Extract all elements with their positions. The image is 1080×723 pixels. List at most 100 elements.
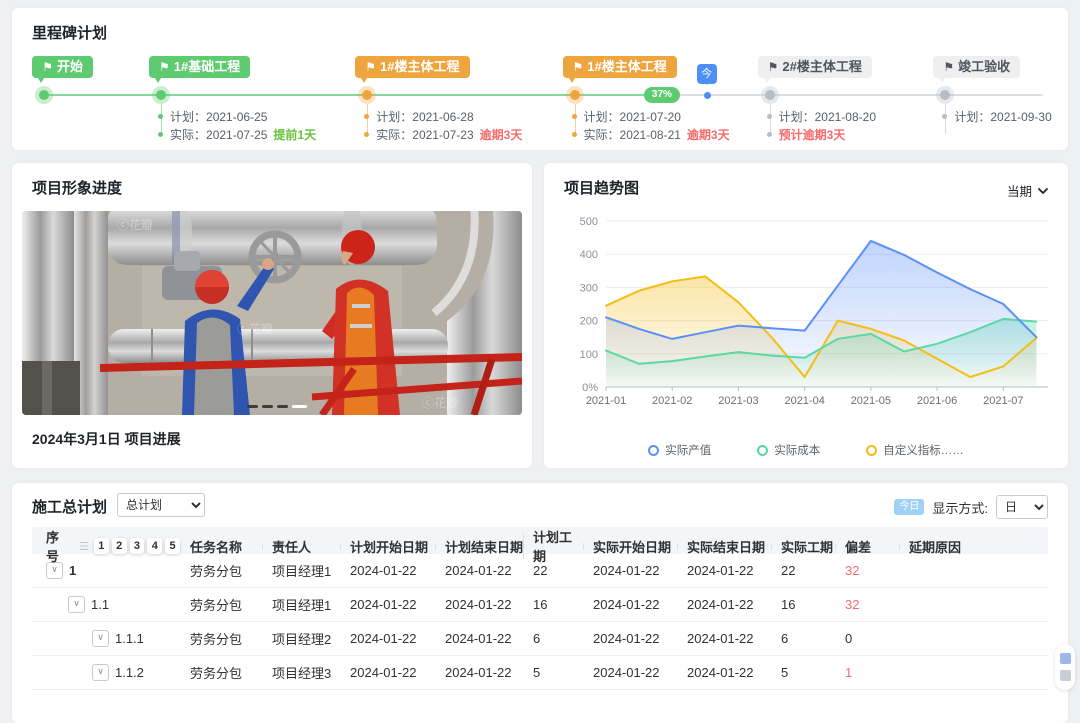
legend-item[interactable]: 实际产值 [648, 442, 711, 458]
svg-text:2021-05: 2021-05 [851, 395, 891, 407]
period-selector[interactable]: 当期 [1007, 181, 1048, 200]
column-header-label: 偏差 [845, 537, 871, 556]
column-header: 偏差 [835, 537, 899, 556]
milestone-date-line: 预计逾期3天 [767, 125, 876, 143]
assistant-icon[interactable] [1060, 653, 1071, 664]
actual-start-cell: 2024-01-22 [583, 631, 677, 646]
plan-start-cell: 2024-01-22 [340, 563, 435, 578]
table-toolbar: 施工总计划 总计划 今日 显示方式: 日 [12, 483, 1068, 525]
level-button[interactable]: 2 [112, 538, 127, 554]
project-trend-card: 项目趋势图 当期 0%1002003004005002021-012021-02… [544, 163, 1068, 468]
milestone-dot[interactable] [358, 86, 376, 104]
column-header: 计划工期 [523, 527, 583, 565]
table-row[interactable]: ∨1.1劳务分包项目经理12024-01-222024-01-22162024-… [32, 588, 1048, 622]
project-trend-title: 项目趋势图 [564, 177, 639, 198]
column-header-label: 实际工期 [781, 537, 833, 556]
row-expand-icon[interactable]: ∨ [68, 596, 85, 613]
today-badge: 今日 [894, 499, 924, 515]
date-text: 实际：2021-07-25 [170, 126, 267, 143]
milestone-label: 1#楼主体工程 [587, 59, 666, 74]
floating-toolbar[interactable] [1055, 644, 1075, 690]
flag-icon: ⚑ [573, 60, 584, 74]
milestone-date-line: 计划：2021-07-20 [572, 107, 730, 125]
task-name-cell: 劳务分包 [180, 663, 262, 682]
flag-icon: ⚑ [365, 60, 376, 74]
status-badge: 预计逾期3天 [779, 126, 846, 143]
milestone-flag-badge[interactable]: ⚑竣工验收 [933, 56, 1020, 78]
milestone-dot[interactable] [152, 86, 170, 104]
table-row[interactable]: ∨1.1.2劳务分包项目经理32024-01-222024-01-2252024… [32, 656, 1048, 690]
milestone-dot[interactable] [35, 86, 53, 104]
date-text: 实际：2021-07-23 [376, 126, 473, 143]
level-button[interactable]: 3 [130, 538, 145, 554]
milestone-flag-badge[interactable]: ⚑1#楼主体工程 [355, 56, 469, 78]
column-header: 序号☰12345 [32, 527, 180, 565]
actual-days-cell: 22 [771, 563, 835, 578]
milestone-date-line: 计划：2021-06-25 [158, 107, 316, 125]
plan-end-cell: 2024-01-22 [435, 631, 523, 646]
column-header-label: 责任人 [272, 537, 311, 556]
date-text: 计划：2021-08-20 [779, 108, 876, 125]
column-header: 实际开始日期 [583, 537, 677, 556]
actual-end-cell: 2024-01-22 [677, 563, 771, 578]
milestone-flag-badge[interactable]: ⚑1#基础工程 [149, 56, 250, 78]
milestone-date-line: 计划：2021-06-28 [364, 107, 522, 125]
level-button[interactable]: 5 [165, 538, 180, 554]
column-header-label: 实际开始日期 [593, 537, 671, 556]
column-header-label: 计划开始日期 [350, 537, 428, 556]
display-mode-select[interactable]: 日 [996, 495, 1048, 519]
actual-start-cell: 2024-01-22 [583, 563, 677, 578]
legend-item[interactable]: 实际成本 [757, 442, 820, 458]
column-header-label: 延期原因 [909, 537, 961, 556]
milestone-flag-badge[interactable]: ⚑1#楼主体工程 [563, 56, 677, 78]
today-marker-dot [704, 92, 711, 99]
plan-type-select[interactable]: 总计划 [117, 493, 205, 517]
plan-end-cell: 2024-01-22 [435, 665, 523, 680]
deviation-cell: 0 [835, 631, 899, 646]
flag-icon: ⚑ [159, 60, 170, 74]
row-expand-icon[interactable]: ∨ [92, 630, 109, 647]
legend-label: 实际成本 [774, 442, 820, 458]
milestone-plan-card: 里程碑计划 ⚑开始⚑1#基础工程计划：2021-06-25实际：2021-07-… [12, 8, 1068, 150]
milestone-dates: 计划：2021-06-28实际：2021-07-23逾期3天 [364, 107, 522, 143]
owner-cell: 项目经理1 [262, 595, 340, 614]
milestone-flag-badge[interactable]: ⚑开始 [32, 56, 93, 78]
column-header-label: 实际结束日期 [687, 537, 765, 556]
milestone-dot[interactable] [761, 86, 779, 104]
milestone-dot[interactable] [566, 86, 584, 104]
table-header-row: 序号☰12345任务名称责任人计划开始日期计划结束日期计划工期实际开始日期实际结… [32, 527, 1048, 554]
flag-icon: ⚑ [768, 60, 779, 74]
bullet-dot [158, 114, 163, 119]
milestone-date-line: 实际：2021-08-21逾期3天 [572, 125, 730, 143]
plan-days-cell: 5 [523, 665, 583, 680]
back-to-top-icon[interactable] [1060, 670, 1071, 681]
svg-text:0%: 0% [582, 382, 598, 394]
plan-days-cell: 16 [523, 597, 583, 612]
date-text: 计划：2021-09-30 [954, 108, 1051, 125]
construction-plan-title: 施工总计划 [32, 496, 107, 517]
watermark-text: ⓒ花瓣 [117, 217, 153, 232]
column-header: 任务名称 [180, 537, 262, 556]
column-header-label: 任务名称 [190, 537, 242, 556]
plan-days-cell: 6 [523, 631, 583, 646]
row-expand-icon[interactable]: ∨ [92, 664, 109, 681]
owner-cell: 项目经理3 [262, 663, 340, 682]
milestone-dates: 计划：2021-07-20实际：2021-08-21逾期3天 [572, 107, 730, 143]
level-button[interactable]: 4 [147, 538, 162, 554]
plan-start-cell: 2024-01-22 [340, 665, 435, 680]
status-badge: 提前1天 [273, 126, 316, 143]
table-row[interactable]: ∨1.1.1劳务分包项目经理22024-01-222024-01-2262024… [32, 622, 1048, 656]
task-number-cell: ∨1.1.1 [32, 630, 180, 647]
svg-text:2021-03: 2021-03 [718, 395, 758, 407]
milestone-flag-badge[interactable]: ⚑2#楼主体工程 [758, 56, 872, 78]
milestone-label: 开始 [57, 59, 83, 74]
legend-item[interactable]: 自定义指标…… [866, 442, 964, 458]
column-header-label: 计划结束日期 [445, 537, 523, 556]
milestone-timeline: ⚑开始⚑1#基础工程计划：2021-06-25实际：2021-07-25提前1天… [32, 52, 1048, 144]
level-button[interactable]: 1 [94, 538, 109, 554]
status-badge: 逾期3天 [687, 126, 730, 143]
milestone-plan-title: 里程碑计划 [32, 22, 107, 43]
task-number: 1.1 [91, 597, 109, 612]
column-header-label: 计划工期 [533, 527, 583, 565]
milestone-dot[interactable] [936, 86, 954, 104]
